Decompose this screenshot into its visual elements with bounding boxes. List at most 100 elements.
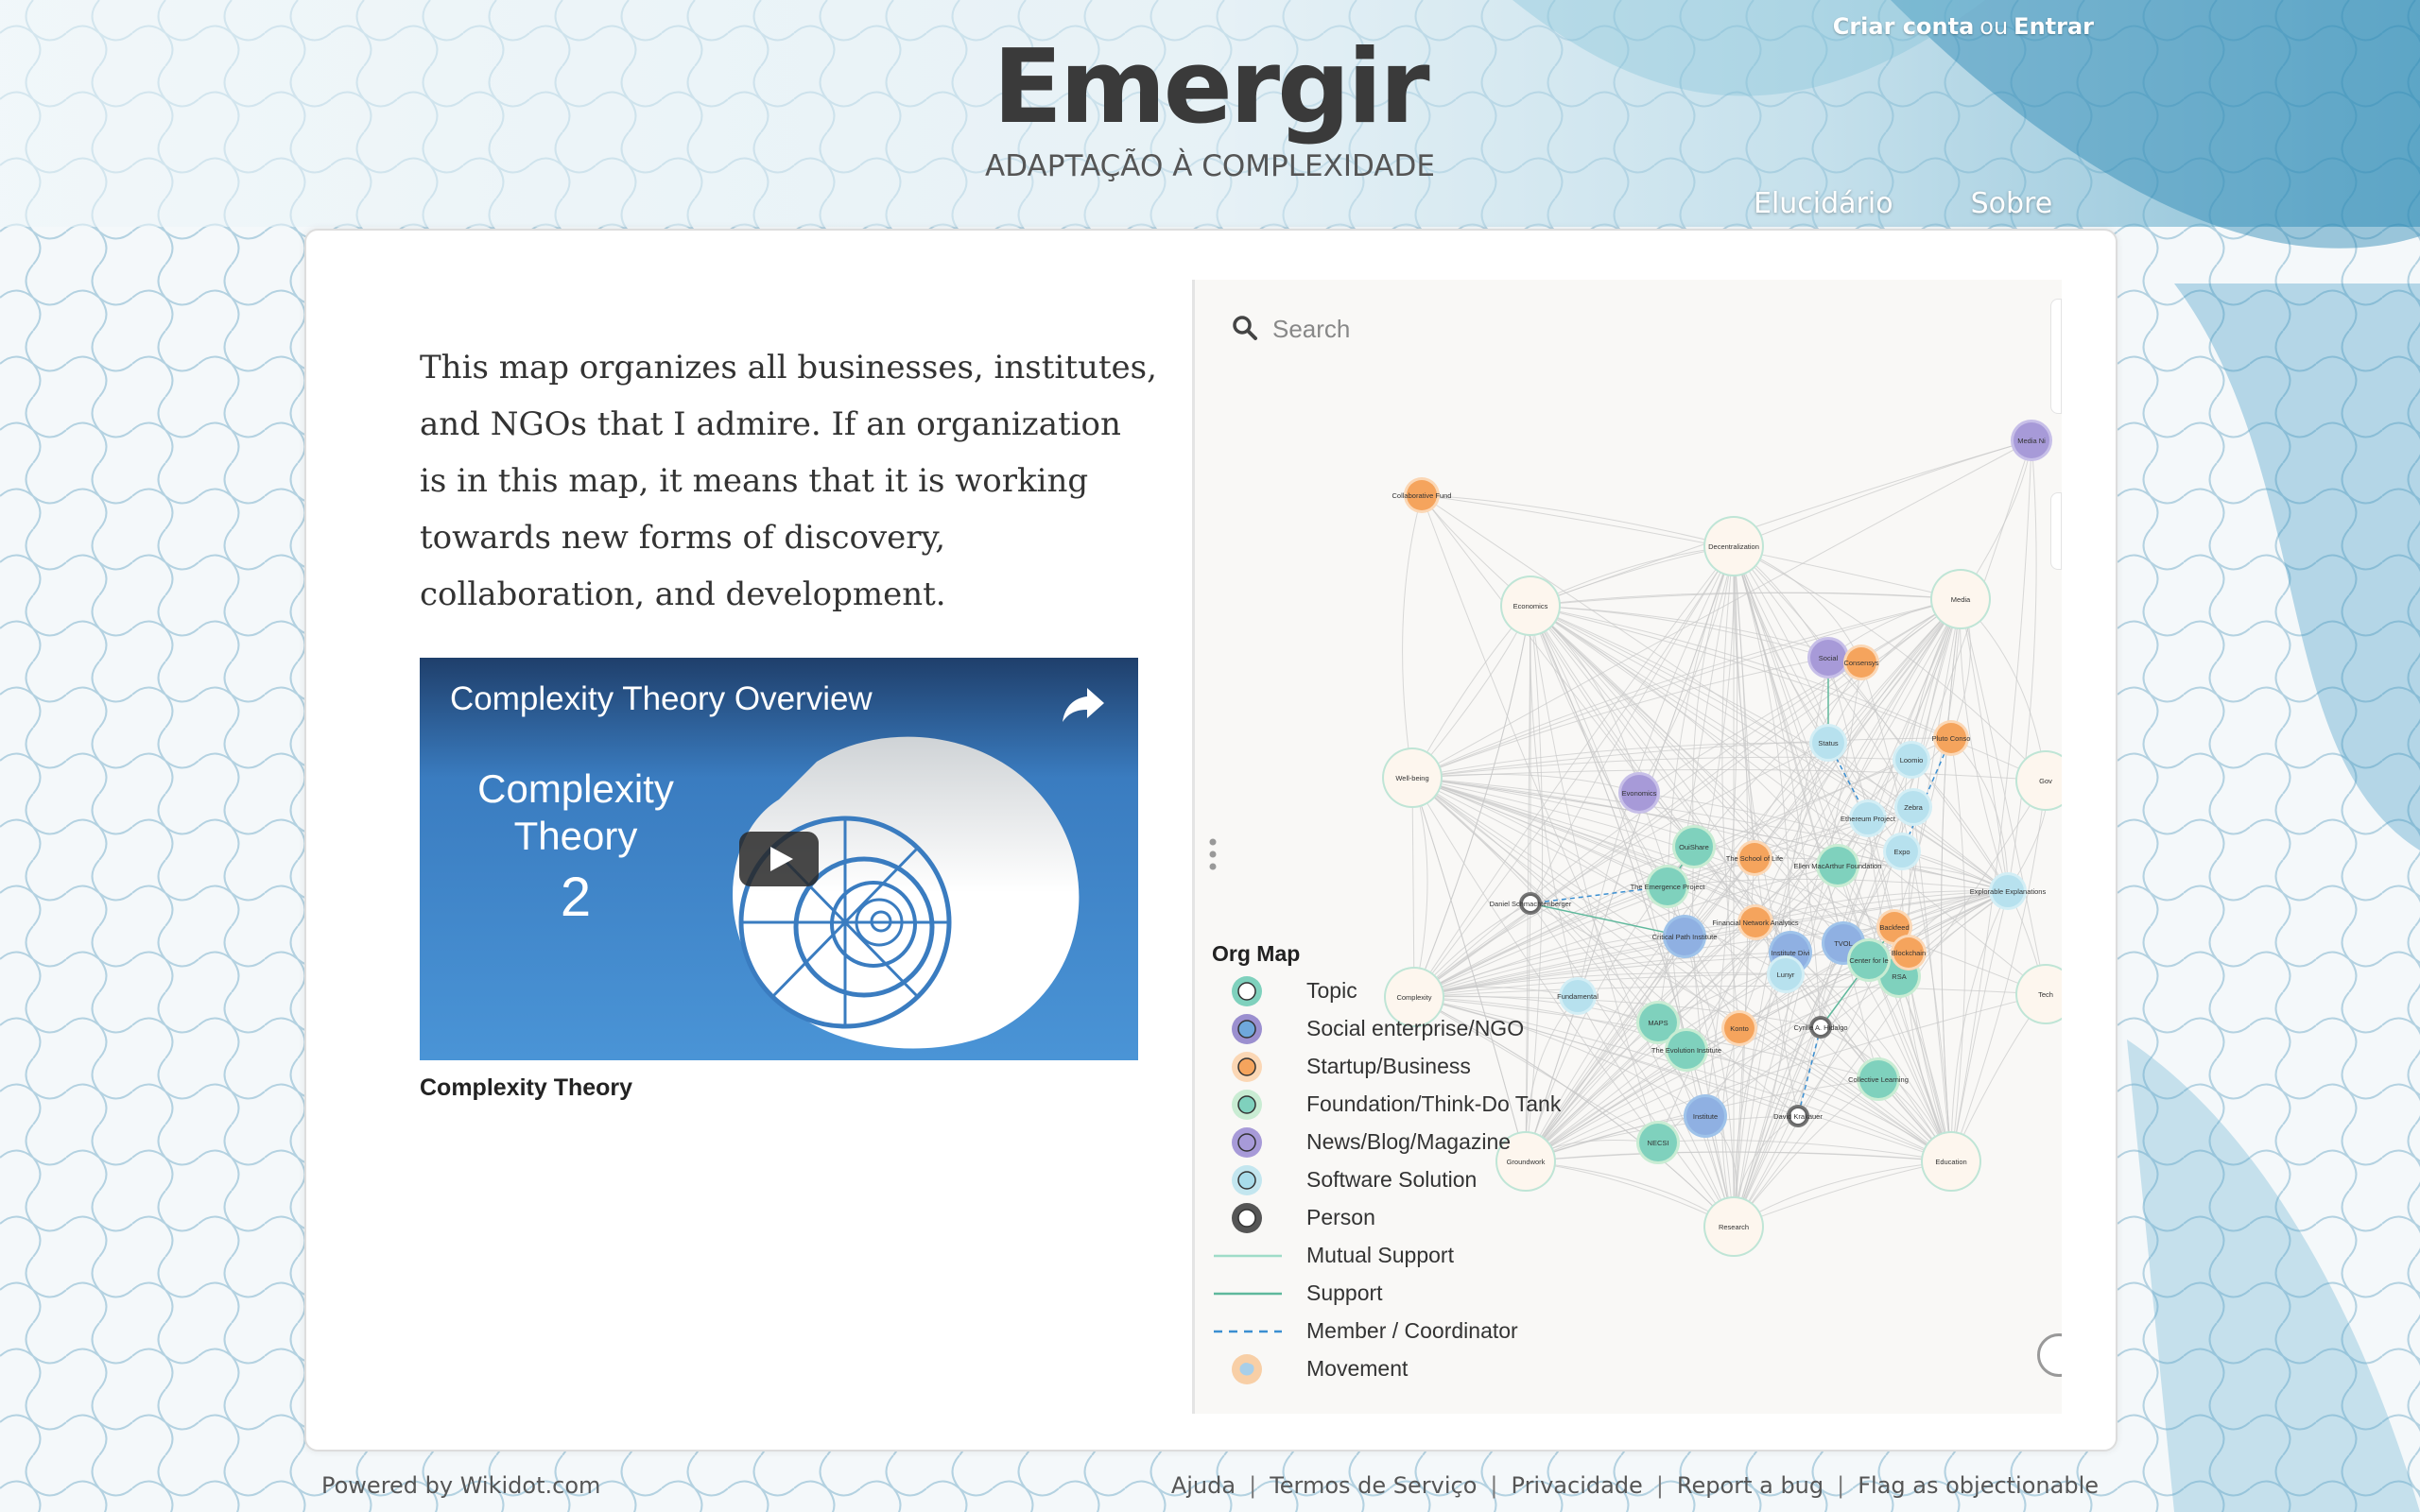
legend-item: Social enterprise/NGO xyxy=(1212,1010,1524,1048)
legend-item: Movement xyxy=(1212,1350,1408,1388)
graph-node-label: Status xyxy=(1818,739,1839,747)
graph-node-label: Cyrille A. Hidalgo xyxy=(1793,1023,1847,1032)
graph-edge xyxy=(1421,494,1962,600)
footer-privacy-link[interactable]: Privacidade xyxy=(1512,1472,1643,1499)
graph-node[interactable]: Decentralization xyxy=(1703,516,1764,576)
graph-node-label: Financial Network Analytics xyxy=(1712,919,1799,927)
graph-node[interactable]: Well-being xyxy=(1382,747,1443,808)
nav-elucidario[interactable]: Elucidário xyxy=(1754,187,1893,220)
graph-node[interactable]: Collaborative Fund xyxy=(1392,477,1452,513)
footer-report-bug-link[interactable]: Report a bug xyxy=(1677,1472,1824,1499)
legend-item: Support xyxy=(1212,1275,1383,1313)
graph-node[interactable]: OuiShare xyxy=(1672,825,1716,868)
create-account-link[interactable]: Criar conta xyxy=(1833,13,1975,40)
graph-node[interactable]: Media xyxy=(1930,569,1991,629)
graph-node-label: OuiShare xyxy=(1679,843,1709,851)
graph-node[interactable]: Loomio xyxy=(1893,741,1930,779)
account-links: Criar conta ou Entrar xyxy=(1833,13,2094,40)
video-title[interactable]: Complexity Theory Overview xyxy=(450,680,873,718)
graph-node-label: RSA xyxy=(1892,972,1906,981)
site-subtitle: ADAPTAÇÃO À COMPLEXIDADE xyxy=(985,149,1435,183)
graph-node[interactable]: Zebra xyxy=(1894,788,1932,826)
graph-node[interactable]: Media Ni xyxy=(2011,420,2052,461)
video-player[interactable]: Complexity Theory Overview Complexity Th… xyxy=(420,658,1138,1060)
legend-label: Software Solution xyxy=(1306,1167,1478,1192)
legend-marker-icon xyxy=(1232,976,1262,1006)
graph-node[interactable]: Pluto Conso xyxy=(1932,720,1971,756)
graph-edge xyxy=(1421,494,1735,547)
thumbnail-text: Complexity Theory xyxy=(458,765,694,860)
search-input[interactable] xyxy=(1270,306,1747,352)
powered-by-link[interactable]: Powered by Wikidot.com xyxy=(321,1472,600,1499)
graph-node-label: Backfeed xyxy=(1879,923,1909,932)
footer-terms-link[interactable]: Termos de Serviço xyxy=(1270,1472,1477,1499)
nav-sobre[interactable]: Sobre xyxy=(1971,187,2053,220)
share-icon[interactable] xyxy=(1061,684,1106,724)
drag-handle-icon[interactable] xyxy=(1208,837,1218,871)
play-button[interactable] xyxy=(739,832,819,886)
graph-node-label: Daniel Schmachtenberger xyxy=(1490,900,1572,908)
legend-marker-icon xyxy=(1214,1254,1282,1258)
graph-node-label: Ethereum Project xyxy=(1841,815,1896,823)
graph-node-label: The Emergence Project xyxy=(1631,883,1706,891)
graph-edge xyxy=(1411,777,1428,998)
footer-divider: | xyxy=(1837,1472,1845,1499)
map-legend: Org Map Topic Social enterprise/NGO Startu… xyxy=(1212,941,1561,1388)
graph-node-label: Research xyxy=(1719,1223,1749,1231)
legend-label: Startup/Business xyxy=(1306,1054,1471,1078)
panel-tab[interactable] xyxy=(2050,492,2062,570)
panel-tab[interactable] xyxy=(2050,299,2062,414)
legend-marker-icon xyxy=(1232,1014,1262,1044)
graph-node-label: Explorable Explanations xyxy=(1970,887,2047,896)
graph-edge xyxy=(1402,494,1423,779)
graph-node[interactable]: Social xyxy=(1807,637,1849,679)
search-icon[interactable] xyxy=(1231,314,1259,342)
graph-node[interactable]: Lunyr xyxy=(1767,955,1805,993)
graph-edge xyxy=(1960,598,2009,892)
legend-marker-icon xyxy=(1214,1330,1282,1333)
graph-node[interactable]: Consensys xyxy=(1843,644,1879,680)
graph-node[interactable]: Gov xyxy=(2015,750,2062,811)
graph-node-label: MAPS xyxy=(1648,1019,1668,1027)
graph-node-label: Center for le xyxy=(1849,956,1888,965)
graph-node[interactable]: Center for le xyxy=(1847,938,1891,982)
graph-node[interactable]: Evonomics xyxy=(1618,772,1660,814)
content-card: This map organizes all businesses, insti… xyxy=(304,229,2118,1452)
site-title[interactable]: Emergir xyxy=(945,28,1475,146)
legend-item: Software Solution xyxy=(1212,1161,1477,1199)
graph-node[interactable]: Economics xyxy=(1500,576,1561,636)
graph-node[interactable]: NECSI xyxy=(1636,1121,1680,1164)
graph-node-label: Social xyxy=(1819,654,1839,662)
legend-label: Foundation/Think-Do Tank xyxy=(1306,1091,1562,1116)
graph-node[interactable]: Institute xyxy=(1684,1094,1727,1138)
graph-node-label: Complexity xyxy=(1396,993,1431,1002)
legend-marker-icon xyxy=(1232,1127,1262,1158)
graph-node-label: Blockchain xyxy=(1892,949,1926,957)
graph-node-label: Decentralization xyxy=(1708,542,1759,551)
thumbnail-line-1: Complexity xyxy=(477,766,674,811)
graph-node[interactable]: Konto xyxy=(1721,1010,1757,1046)
footer-help-link[interactable]: Ajuda xyxy=(1171,1472,1236,1499)
graph-node[interactable]: Status xyxy=(1809,724,1847,762)
graph-node[interactable]: Expo xyxy=(1883,833,1921,870)
graph-node-label: TVOL xyxy=(1834,939,1853,948)
footer-links: Ajuda | Termos de Serviço | Privacidade … xyxy=(1171,1472,2099,1499)
graph-node-label: Consensys xyxy=(1843,659,1878,667)
graph-node-label: Loomio xyxy=(1900,756,1924,765)
graph-node[interactable]: Education xyxy=(1921,1131,1981,1192)
legend-label: Social enterprise/NGO xyxy=(1306,1016,1525,1040)
graph-node[interactable]: Tech xyxy=(2015,964,2062,1024)
footer-divider: | xyxy=(1655,1472,1664,1499)
graph-edge xyxy=(1950,890,2009,1162)
legend-label: Support xyxy=(1306,1280,1383,1305)
graph-node-label: Zebra xyxy=(1904,803,1923,812)
graph-node[interactable]: Critical Path Institute xyxy=(1652,915,1718,958)
footer-flag-link[interactable]: Flag as objectionable xyxy=(1858,1472,2099,1499)
graph-node-label: David Krakauer xyxy=(1773,1112,1823,1121)
graph-node[interactable]: Research xyxy=(1703,1196,1764,1257)
graph-node[interactable]: Blockchain xyxy=(1891,935,1927,971)
org-map-panel[interactable]: Collaborative Fund Decentralization Econom… xyxy=(1192,280,2062,1414)
legend-label: Mutual Support xyxy=(1306,1243,1454,1267)
login-link[interactable]: Entrar xyxy=(2014,13,2094,40)
graph-node-label: Collaborative Fund xyxy=(1392,491,1452,500)
